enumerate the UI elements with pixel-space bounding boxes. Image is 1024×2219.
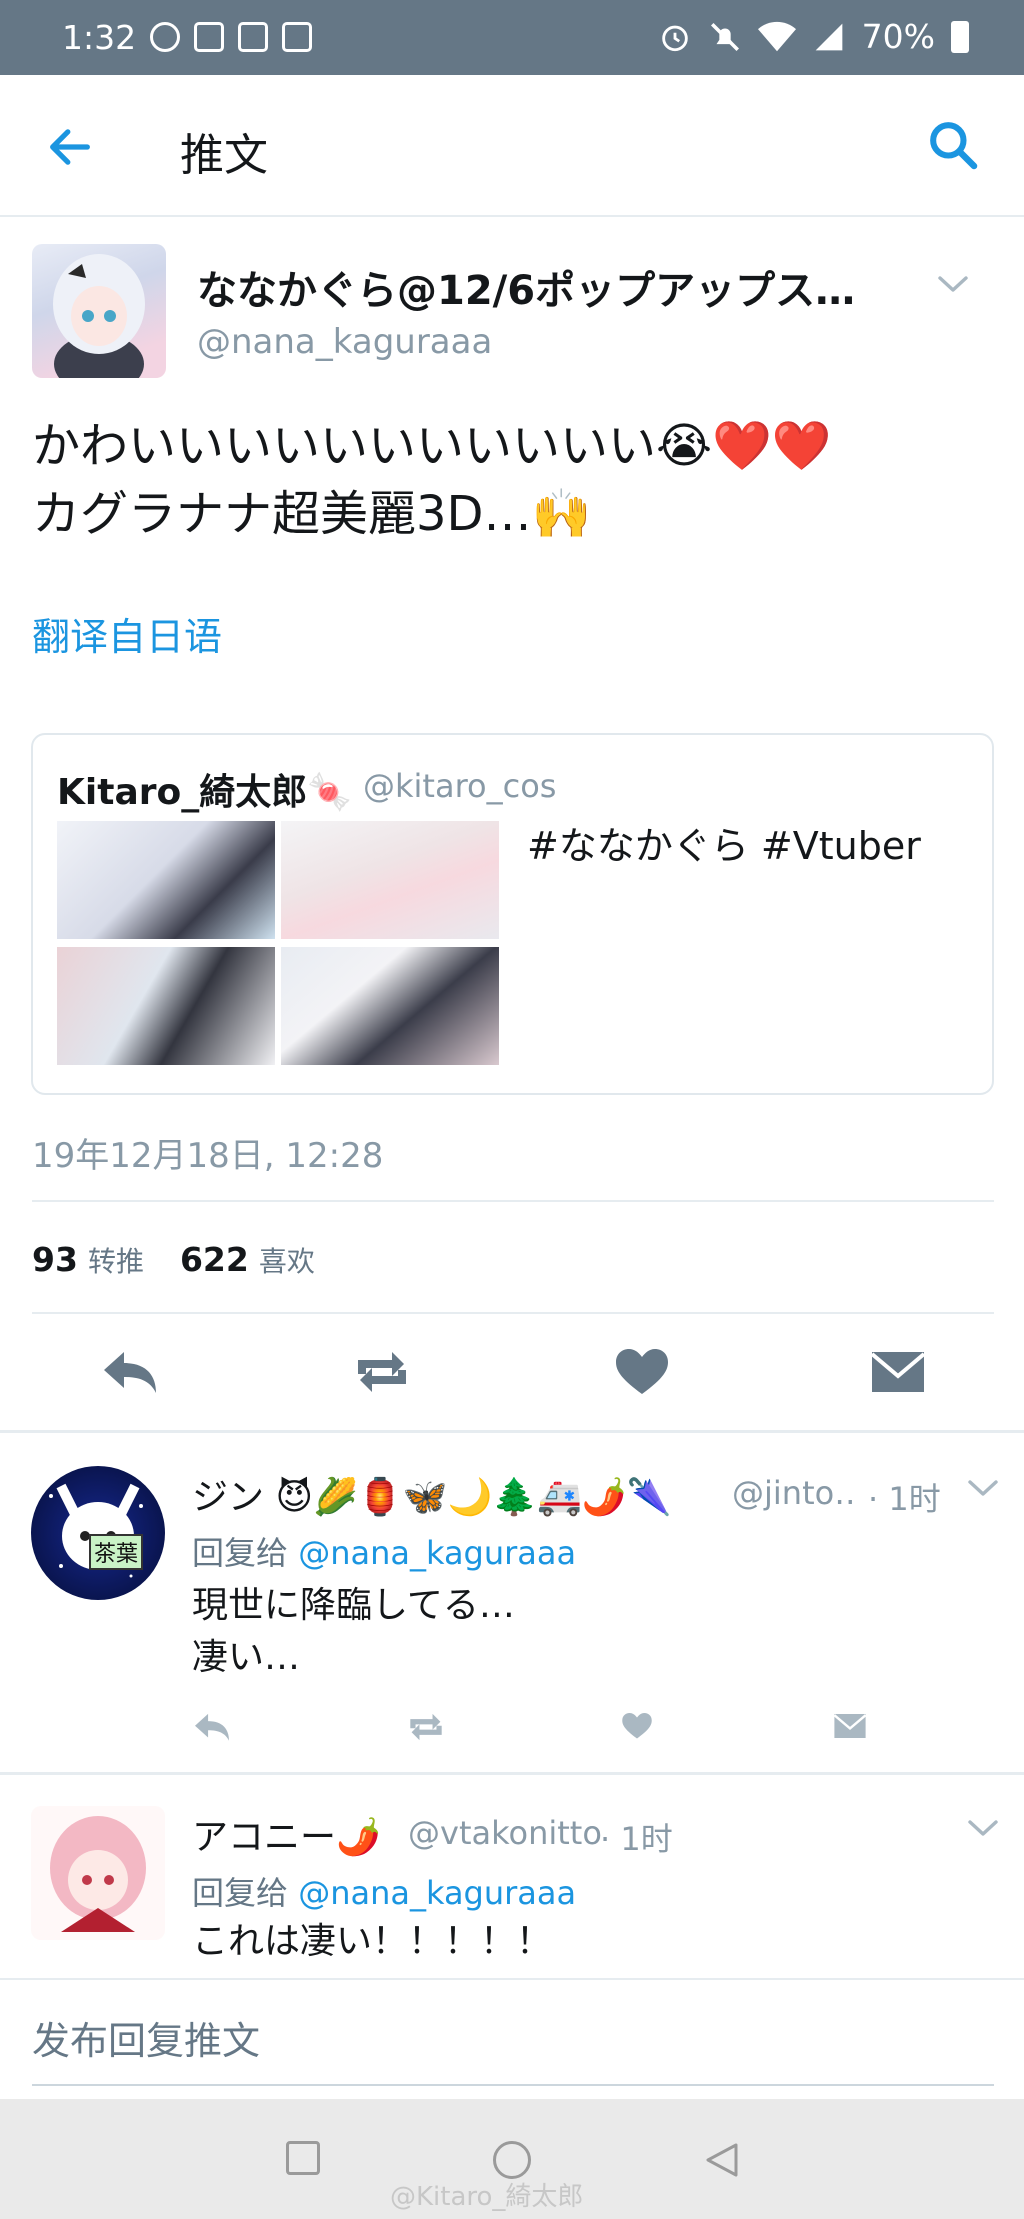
divider — [0, 1772, 1024, 1775]
system-icons: 70% — [658, 17, 969, 56]
reply-to-mention[interactable]: @nana_kaguraaa — [298, 1534, 576, 1572]
reply-to-mention[interactable]: @nana_kaguraaa — [298, 1874, 576, 1912]
retweet-icon[interactable] — [352, 1346, 412, 1398]
home-icon[interactable] — [493, 2141, 531, 2179]
quoted-tweet-card[interactable]: Kitaro_綺太郎🍬 @kitaro_cos #ななかぐら #Vtuber — [31, 733, 994, 1095]
tweet-text-line: かわいいいいいいいいいいい😭❤️❤️ — [32, 418, 832, 474]
reply-to-prefix: 回复给 — [192, 1874, 289, 1912]
mail-notification-icon — [238, 22, 268, 52]
tweet-stats: 93 转推 622 喜欢 — [32, 1240, 351, 1280]
translate-link[interactable]: 翻译自日语 — [32, 606, 222, 661]
page-title: 推文 — [180, 130, 268, 181]
chevron-down-icon[interactable] — [966, 1818, 1000, 1838]
notification-icons — [150, 22, 312, 52]
wifi-icon — [757, 21, 796, 51]
divider — [0, 1978, 1024, 1980]
quoted-author-handle: @kitaro_cos — [363, 767, 557, 805]
chevron-down-icon[interactable] — [966, 1478, 1000, 1498]
compose-reply-input[interactable]: 发布回复推文 — [32, 2010, 260, 2065]
tweet-timestamp: 19年12月18日, 12:28 — [32, 1136, 384, 1176]
like-heart-icon[interactable] — [620, 1710, 654, 1742]
tweet-text: かわいいいいいいいいいいい😭❤️❤️ カグラナナ超美麗3D…🙌 — [32, 412, 992, 548]
back-arrow-icon[interactable] — [44, 121, 96, 173]
reply-time: · 1时 — [600, 1820, 673, 1858]
settings-notification-icon — [150, 22, 180, 52]
retweet-label[interactable]: 转推 — [88, 1240, 144, 1280]
direct-message-icon[interactable] — [832, 1710, 868, 1742]
back-nav-icon[interactable] — [704, 2141, 740, 2179]
reply-text-line: 凄い… — [192, 1637, 301, 1678]
reply-author-handle[interactable]: @jinto… — [732, 1474, 852, 1512]
retweet-icon[interactable] — [404, 1710, 448, 1744]
quoted-photo — [281, 821, 499, 939]
chevron-down-icon[interactable] — [936, 274, 970, 294]
divider — [32, 1200, 994, 1202]
divider — [0, 1430, 1024, 1433]
divider — [32, 1312, 994, 1314]
author-avatar[interactable] — [32, 244, 166, 378]
tweet-text-line: カグラナナ超美麗3D…🙌 — [32, 486, 592, 542]
reply-author-name[interactable]: アコニー🌶️ — [192, 1808, 381, 1860]
compose-underline — [32, 2084, 994, 2086]
mail-notification-icon — [194, 22, 224, 52]
quoted-photo — [57, 821, 275, 939]
reply-author-handle[interactable]: @vtakonitto — [408, 1814, 602, 1852]
signal-icon — [815, 23, 842, 50]
battery-icon — [951, 20, 969, 53]
reply-text: これは凄い！！！！！ — [192, 1921, 553, 1962]
app-bar: 推文 — [0, 75, 1024, 217]
reply-time: · 1时 — [868, 1480, 941, 1518]
quoted-tweet-text: #ななかぐら #Vtuber — [527, 824, 921, 868]
quoted-photo — [57, 947, 275, 1065]
direct-message-icon[interactable] — [868, 1346, 928, 1398]
quoted-author-name: Kitaro_綺太郎🍬 — [57, 772, 353, 813]
avatar-badge-text: 茶葉 — [89, 1534, 144, 1570]
search-icon[interactable] — [925, 117, 981, 173]
like-count[interactable]: 622 — [180, 1240, 249, 1279]
battery-percent: 70% — [861, 17, 935, 56]
reply-to-prefix: 回复给 — [192, 1534, 289, 1572]
reply-avatar[interactable]: 茶葉 — [31, 1466, 165, 1600]
status-bar: 1:32 70% — [0, 0, 1024, 75]
reply-to-line: 回复给 @nana_kaguraaa — [192, 1528, 576, 1574]
like-label[interactable]: 喜欢 — [259, 1240, 315, 1280]
alarm-icon — [661, 25, 688, 51]
reply-icon[interactable] — [100, 1346, 160, 1398]
author-handle[interactable]: @nana_kaguraaa — [197, 322, 492, 362]
reply-avatar[interactable] — [31, 1806, 165, 1940]
watermark: @Kitaro_綺太郎 — [390, 2182, 584, 2212]
image-notification-icon — [282, 22, 312, 52]
quoted-photo — [281, 947, 499, 1065]
reply-text-line: 現世に降臨してる… — [192, 1585, 515, 1626]
reply-icon[interactable] — [192, 1710, 232, 1744]
like-heart-icon[interactable] — [612, 1346, 672, 1398]
reply-to-line: 回复给 @nana_kaguraaa — [192, 1868, 576, 1914]
recents-icon[interactable] — [286, 2141, 320, 2175]
reply-author-name[interactable]: ジン 😈🌽🏮🦋🌙🌲🚑🌶️🌂 — [192, 1468, 672, 1520]
status-time: 1:32 — [62, 18, 137, 57]
mute-icon — [710, 22, 739, 51]
retweet-count[interactable]: 93 — [32, 1240, 78, 1279]
author-display-name[interactable]: ななかぐら@12/6ポップアップス… — [197, 258, 897, 316]
reply-text: 現世に降臨してる… 凄い… — [192, 1580, 515, 1684]
